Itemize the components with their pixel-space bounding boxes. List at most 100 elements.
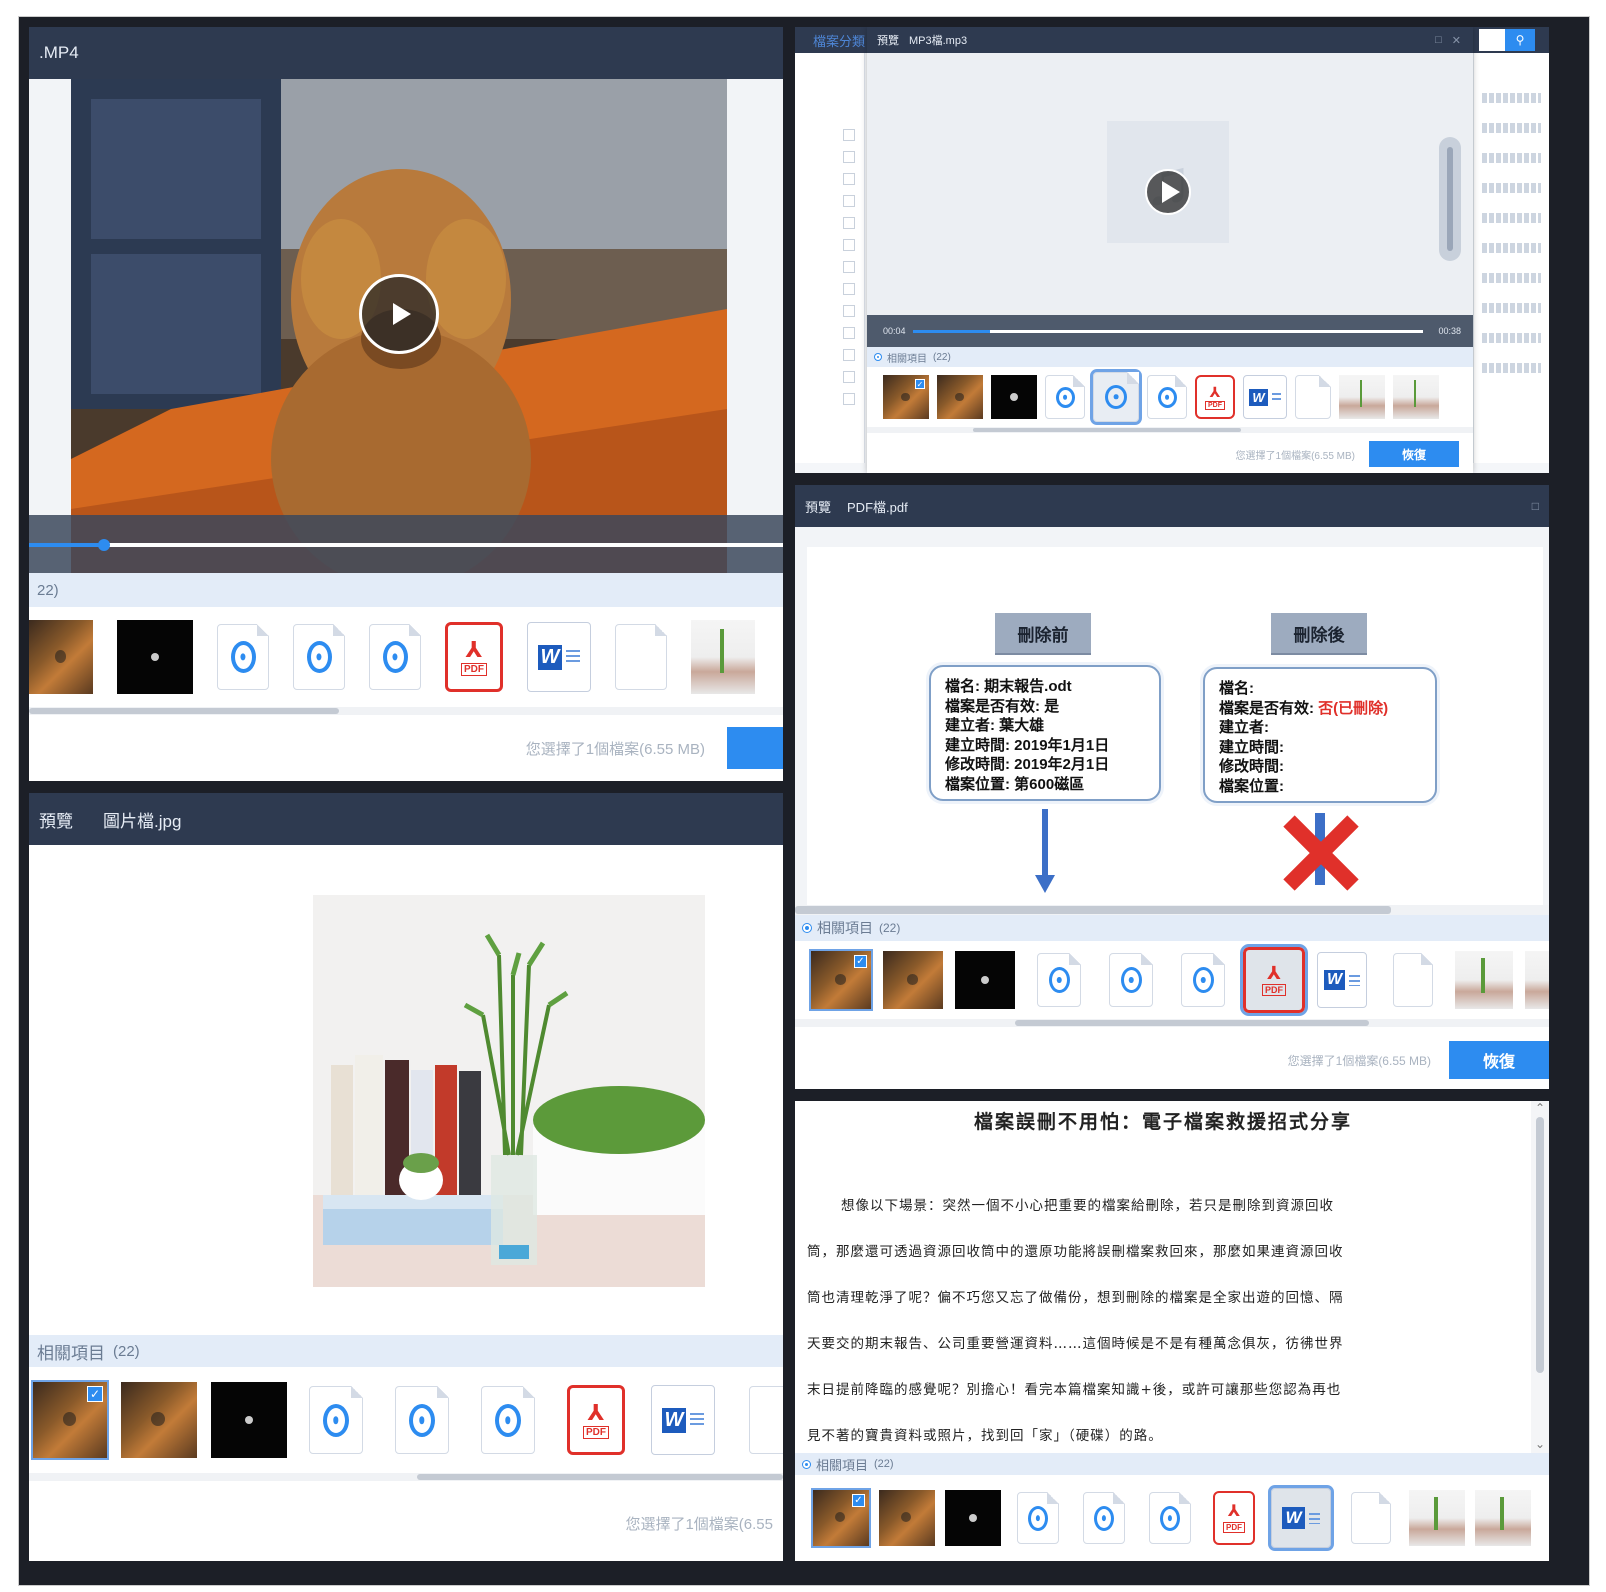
audio-seek-track[interactable] xyxy=(913,330,1423,333)
image-thumbnail[interactable] xyxy=(691,620,755,694)
maximize-icon[interactable]: □ xyxy=(1435,34,1442,46)
strip-scrollbar[interactable] xyxy=(29,1473,783,1481)
audio-file-icon[interactable] xyxy=(1083,1492,1125,1544)
image-thumbnail[interactable] xyxy=(1455,951,1513,1009)
audio-file-icon[interactable] xyxy=(1045,375,1085,419)
tree-row[interactable] xyxy=(843,327,855,339)
checked-icon[interactable]: ✓ xyxy=(87,1386,103,1402)
checked-icon[interactable]: ✓ xyxy=(852,1494,865,1507)
video-thumbnail[interactable] xyxy=(879,1490,935,1546)
word-file-icon[interactable]: W xyxy=(1243,375,1287,419)
maximize-icon[interactable]: □ xyxy=(1532,499,1539,513)
tree-row[interactable] xyxy=(843,217,855,229)
audio-file-icon[interactable] xyxy=(1109,953,1153,1007)
video-thumbnail[interactable]: ✓ xyxy=(809,949,873,1011)
list-item[interactable] xyxy=(1482,363,1541,373)
close-icon[interactable]: ✕ xyxy=(1452,34,1461,47)
video-thumbnail[interactable] xyxy=(29,620,93,694)
audio-file-icon[interactable] xyxy=(1017,1492,1059,1544)
video-thumbnail[interactable] xyxy=(883,951,943,1009)
tree-row[interactable] xyxy=(843,195,855,207)
list-item[interactable] xyxy=(1482,93,1541,103)
image-thumbnail[interactable] xyxy=(1525,951,1549,1009)
video-thumbnail[interactable] xyxy=(121,1382,197,1458)
audio-file-icon[interactable] xyxy=(369,624,421,690)
blank-file-icon[interactable] xyxy=(749,1386,783,1454)
list-item[interactable] xyxy=(1482,273,1541,283)
search-button[interactable]: ⚲ xyxy=(1505,29,1535,51)
tree-row[interactable] xyxy=(843,283,855,295)
recover-button[interactable]: 恢復 xyxy=(1449,1041,1549,1079)
list-item[interactable] xyxy=(1482,243,1541,253)
document-vertical-scrollbar[interactable]: ⌃ ⌄ xyxy=(1531,1101,1549,1453)
list-item[interactable] xyxy=(1482,303,1541,313)
video-thumbnail[interactable]: ✓ xyxy=(31,1380,109,1460)
audio-file-icon[interactable] xyxy=(1090,369,1142,425)
scroll-up-icon[interactable]: ⌃ xyxy=(1535,1101,1545,1115)
word-file-icon[interactable]: W xyxy=(651,1385,715,1455)
tree-row[interactable] xyxy=(843,239,855,251)
tree-row[interactable] xyxy=(843,349,855,361)
search-box[interactable] xyxy=(1479,29,1505,51)
recover-button[interactable]: 恢復 xyxy=(1369,441,1459,467)
word-file-icon[interactable]: W xyxy=(1317,952,1367,1008)
pdf-file-icon[interactable]: ⅄ PDF xyxy=(1195,375,1235,419)
black-video-thumbnail[interactable] xyxy=(117,620,193,694)
strip-scrollbar[interactable] xyxy=(795,1019,1549,1027)
pdf-horizontal-scrollbar[interactable] xyxy=(795,905,1549,915)
pdf-file-icon[interactable]: ⅄ PDF xyxy=(445,622,503,692)
strip-scrollbar[interactable] xyxy=(867,427,1473,433)
blank-file-icon[interactable] xyxy=(1393,953,1433,1007)
tree-row[interactable] xyxy=(843,151,855,163)
tree-row[interactable] xyxy=(843,261,855,273)
audio-file-icon[interactable] xyxy=(293,624,345,690)
scroll-thumb[interactable] xyxy=(1536,1117,1544,1373)
video-seek-thumb[interactable] xyxy=(98,539,111,551)
audio-file-icon[interactable] xyxy=(1147,375,1187,419)
list-item[interactable] xyxy=(1482,123,1541,133)
black-video-thumbnail[interactable] xyxy=(955,951,1015,1009)
audio-file-icon[interactable] xyxy=(1037,953,1081,1007)
audio-file-icon[interactable] xyxy=(1181,953,1225,1007)
strip-scrollbar[interactable] xyxy=(29,707,783,715)
list-item[interactable] xyxy=(1482,213,1541,223)
video-player[interactable] xyxy=(29,79,783,573)
audio-file-icon[interactable] xyxy=(395,1386,449,1454)
list-item[interactable] xyxy=(1482,183,1541,193)
audio-play-button[interactable] xyxy=(1145,169,1191,215)
black-video-thumbnail[interactable] xyxy=(991,375,1037,419)
audio-file-icon[interactable] xyxy=(309,1386,363,1454)
audio-file-icon[interactable] xyxy=(1149,1492,1191,1544)
video-play-button[interactable] xyxy=(359,274,439,354)
video-thumbnail[interactable] xyxy=(937,375,983,419)
tree-row[interactable] xyxy=(843,173,855,185)
image-thumbnail[interactable] xyxy=(1475,1490,1531,1546)
audio-file-icon[interactable] xyxy=(217,624,269,690)
tree-row[interactable] xyxy=(843,393,855,405)
blank-file-icon[interactable] xyxy=(1351,1492,1391,1544)
list-item[interactable] xyxy=(1482,333,1541,343)
pdf-file-icon[interactable]: ⅄ PDF xyxy=(567,1385,625,1455)
list-item[interactable] xyxy=(1482,153,1541,163)
scroll-down-icon[interactable]: ⌄ xyxy=(1535,1437,1545,1451)
image-thumbnail[interactable] xyxy=(1393,375,1439,419)
audio-file-icon[interactable] xyxy=(481,1386,535,1454)
blank-file-icon[interactable] xyxy=(615,624,667,690)
volume-slider[interactable] xyxy=(1439,137,1461,261)
left-tab-label[interactable]: 檔案分類 xyxy=(813,31,865,50)
black-video-thumbnail[interactable] xyxy=(945,1490,1001,1546)
image-thumbnail[interactable] xyxy=(1409,1490,1465,1546)
tree-row[interactable] xyxy=(843,371,855,383)
tree-row[interactable] xyxy=(843,305,855,317)
recover-button[interactable] xyxy=(727,727,783,769)
video-thumbnail[interactable]: ✓ xyxy=(811,1488,871,1548)
checked-icon[interactable]: ✓ xyxy=(854,955,867,968)
pdf-file-icon[interactable]: ⅄ PDF xyxy=(1240,944,1308,1016)
blank-file-icon[interactable] xyxy=(1295,375,1331,419)
word-file-icon[interactable]: W xyxy=(527,622,591,692)
checked-icon[interactable]: ✓ xyxy=(915,379,925,389)
word-file-icon[interactable]: W xyxy=(1268,1485,1334,1551)
black-video-thumbnail[interactable] xyxy=(211,1382,287,1458)
pdf-file-icon[interactable]: ⅄ PDF xyxy=(1213,1491,1255,1545)
video-seek-track[interactable] xyxy=(29,539,783,551)
